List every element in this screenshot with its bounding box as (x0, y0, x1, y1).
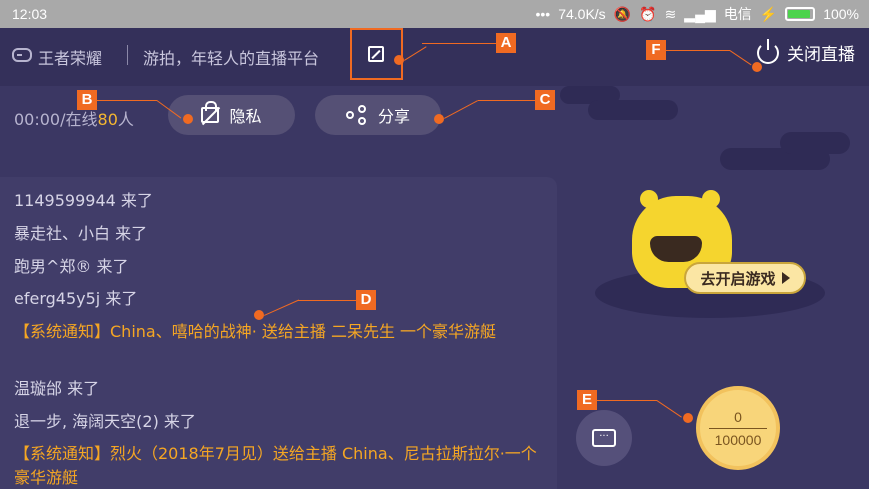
chat-panel[interactable]: 1149599944 来了 暴走社、小白 来了 跑男^郑® 来了 eferg45… (0, 177, 557, 489)
message-icon: ··· (592, 429, 616, 447)
annotation-line (298, 300, 356, 301)
charging-icon: ⚡ (759, 5, 778, 22)
annotation-dot (752, 62, 762, 72)
stats-prefix: 00:00/在线 (14, 110, 98, 129)
annotation-dot (394, 55, 404, 65)
start-game-label: 去开启游戏 (700, 269, 776, 288)
carrier: 电信 (723, 6, 752, 22)
edit-title-button[interactable] (350, 28, 403, 80)
game-name: 王者荣耀 (38, 49, 103, 68)
unlock-icon (201, 101, 220, 123)
annotation-dot (683, 413, 693, 423)
close-stream-button[interactable]: 关闭直播 (757, 38, 855, 65)
annotation-dot (254, 310, 264, 320)
share-label: 分享 (377, 107, 410, 126)
cloud-decoration (780, 132, 850, 154)
annotation-line (666, 50, 730, 51)
dots-icon: ••• (535, 6, 551, 22)
chat-message: 退一步, 海阔天空(2) 来了 (14, 412, 196, 431)
chat-message: 1149599944 来了 (14, 191, 153, 210)
annotation-label: C (535, 90, 555, 110)
status-time: 12:03 (12, 6, 48, 22)
start-game-button[interactable]: 去开启游戏 (684, 262, 806, 294)
coin-divider (709, 427, 767, 429)
network-speed: 74.0K/s (558, 6, 606, 22)
stats-suffix: 人 (117, 110, 134, 129)
annotation-label: A (496, 33, 516, 53)
annotation-dot (183, 114, 193, 124)
annotation-label: D (356, 290, 376, 310)
annotation-line (422, 43, 496, 44)
annotation-line (656, 400, 682, 418)
coin-progress[interactable]: 0 100000 (696, 386, 780, 470)
share-button[interactable]: 分享 (315, 95, 441, 135)
battery-level: 100% (823, 6, 859, 22)
signal-icon: ▂▄▆ (684, 5, 716, 22)
coin-current: 0 (734, 408, 742, 425)
status-bar: 12:03 ••• 74.0K/s 🔕 ⏰ ≋ ▂▄▆ 电信 ⚡ 100% (0, 0, 869, 28)
cloud-decoration (588, 100, 678, 120)
wifi-icon: ≋ (664, 5, 677, 22)
system-notice: 【系统通知】China、嘻哈的战神· 送给主播 二呆先生 一个豪华游艇 (14, 322, 497, 341)
close-stream-label: 关闭直播 (787, 45, 855, 65)
coin-target: 100000 (714, 431, 762, 448)
alarm-icon: ⏰ (639, 5, 657, 22)
gamepad-icon (12, 48, 32, 62)
title-divider (127, 45, 128, 65)
chat-message: 暴走社、小白 来了 (14, 224, 148, 243)
annotation-line (597, 400, 657, 401)
play-icon (781, 272, 790, 284)
stream-stats: 00:00/在线80人 (14, 106, 134, 130)
chat-button[interactable]: ··· (576, 410, 632, 466)
annotation-line (97, 100, 157, 101)
chat-message: 温璇邰 来了 (14, 379, 100, 398)
share-icon (345, 105, 368, 125)
annotation-label: E (577, 390, 597, 410)
online-count: 80 (97, 110, 118, 129)
annotation-label: F (646, 40, 666, 60)
power-icon (757, 38, 779, 64)
system-notice: 【系统通知】烈火（2018年7月见）送给主播 China、尼古拉斯拉尔·一个豪华… (14, 444, 537, 487)
annotation-line (444, 100, 479, 119)
privacy-label: 隐私 (229, 107, 262, 126)
annotation-line (478, 100, 535, 101)
status-right: ••• 74.0K/s 🔕 ⏰ ≋ ▂▄▆ 电信 ⚡ 100% (535, 0, 859, 28)
mute-icon: 🔕 (613, 5, 632, 22)
battery-icon (785, 7, 816, 21)
stream-subtitle: 游拍，年轻人的直播平台 (143, 49, 320, 68)
annotation-dot (434, 114, 444, 124)
annotation-label: B (77, 90, 97, 110)
edit-icon (368, 46, 384, 62)
chat-message: 跑男^郑® 来了 (14, 257, 129, 276)
